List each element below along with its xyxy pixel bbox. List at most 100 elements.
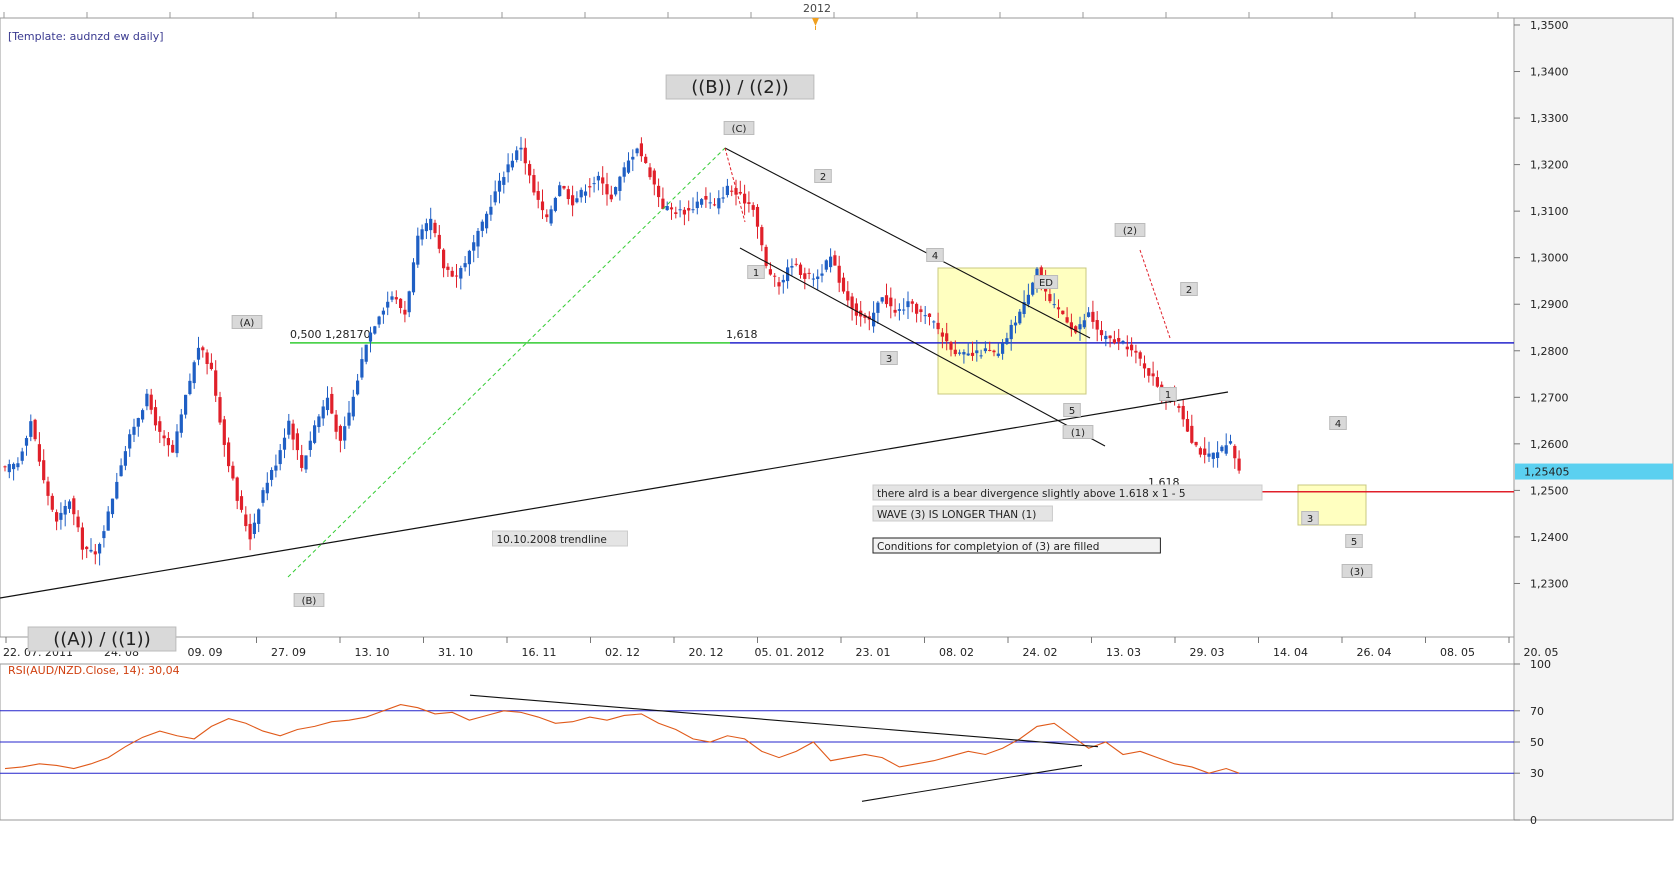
x-tick-label: 29. 03	[1190, 646, 1225, 659]
annotation-2: there alrd is a bear divergence slightly…	[877, 488, 1186, 500]
candle-body	[1001, 343, 1005, 354]
candle-body	[1185, 418, 1190, 432]
candle-body	[536, 191, 540, 200]
candle-body	[674, 212, 678, 214]
candle-body	[399, 298, 403, 308]
wave-label-1: (A)	[240, 318, 255, 329]
candle-body	[407, 291, 411, 313]
candle-body	[162, 435, 166, 439]
candle-body	[196, 347, 201, 360]
candle-body	[510, 160, 514, 168]
candle-body	[639, 143, 643, 157]
candle-body	[321, 406, 325, 419]
candle-body	[1099, 330, 1104, 336]
candle-body	[33, 419, 37, 440]
candle-body	[773, 275, 777, 277]
candle-body	[467, 250, 471, 265]
candle-body	[1117, 337, 1121, 342]
candle-body	[192, 362, 196, 384]
candle-body	[119, 465, 123, 477]
candle-body	[609, 194, 613, 200]
x-tick-label: 24. 02	[1023, 646, 1058, 659]
x-tick-label: 08. 05	[1440, 646, 1475, 659]
candle-body	[962, 352, 966, 355]
candle-body	[841, 277, 846, 292]
candle-body	[123, 451, 127, 466]
candle-body	[553, 197, 557, 211]
rsi-y-label: 50	[1530, 736, 1544, 749]
candle-body	[1211, 452, 1215, 459]
rsi-y-label: 0	[1530, 814, 1537, 827]
candle-body	[442, 249, 446, 269]
y-tick-label: 1,3100	[1530, 205, 1569, 218]
candle-body	[1216, 452, 1220, 458]
candle-body	[89, 549, 93, 552]
candle-body	[85, 546, 89, 550]
candle-body	[794, 263, 798, 265]
candle-body	[1056, 307, 1061, 310]
candle-body	[98, 543, 102, 554]
candle-body	[635, 148, 639, 154]
candle-body	[725, 185, 729, 196]
template-label: [Template: audnzd ew daily]	[8, 30, 164, 43]
candle-body	[476, 230, 480, 247]
candle-body	[115, 481, 119, 499]
candle-body	[721, 197, 725, 199]
candle-body	[803, 273, 807, 279]
candle-body	[1082, 320, 1086, 328]
candle-body	[988, 349, 992, 351]
candle-body	[601, 177, 605, 184]
candle-body	[420, 229, 424, 240]
x-tick-label: 16. 11	[522, 646, 557, 659]
wave-label-7: 4	[932, 251, 938, 262]
candle-body	[902, 309, 906, 311]
wave-label-9: ED	[1039, 278, 1053, 289]
candle-body	[704, 196, 708, 200]
candle-body	[897, 309, 901, 311]
candle-body	[910, 301, 914, 304]
candle-body	[141, 410, 145, 420]
x-tick-label: 27. 09	[271, 646, 306, 659]
candle-body	[566, 189, 570, 200]
candle-body	[906, 301, 910, 308]
candle-body	[454, 275, 459, 277]
candle-body	[712, 204, 717, 206]
candle-body	[811, 278, 815, 280]
last-price-label: 1,25405	[1524, 466, 1570, 479]
candle-body	[257, 509, 261, 524]
candle-body	[1130, 344, 1134, 351]
candle-body	[919, 309, 923, 313]
annotation-1: 10.10.2008 trendline	[497, 534, 607, 546]
candle-body	[136, 418, 140, 427]
wave-label-big-b: ((B)) / ((2))	[691, 77, 789, 98]
candle-body	[364, 344, 368, 362]
candle-body	[270, 469, 274, 480]
y-tick-label: 1,2700	[1530, 391, 1569, 404]
y-tick-label: 1,3300	[1530, 112, 1569, 125]
forex-chart[interactable]: 1,3500 1,3400 1,3300 1,3200 1,3100 1,3000 1,29…	[0, 0, 1674, 880]
candle-body	[665, 205, 669, 211]
wave-label-big-a: ((A)) / ((1))	[53, 629, 150, 650]
candle-body	[93, 551, 97, 555]
candle-body	[437, 234, 441, 249]
candle-body	[184, 394, 188, 415]
candle-body	[46, 481, 50, 496]
candle-body	[579, 189, 583, 198]
rsi-y-label: 100	[1530, 658, 1551, 671]
candle-body	[16, 463, 20, 468]
candle-body	[1203, 448, 1207, 455]
x-tick-label: 13. 03	[1106, 646, 1141, 659]
candle-body	[29, 421, 33, 437]
candle-body	[1207, 453, 1211, 457]
candle-body	[201, 347, 205, 351]
candle-body	[304, 455, 308, 470]
candle-body	[669, 207, 674, 210]
annotation-3: WAVE (3) IS LONGER THAN (1)	[877, 509, 1036, 521]
candle-body	[846, 291, 850, 301]
candle-body	[489, 206, 493, 215]
candle-body	[179, 414, 183, 433]
candle-body	[446, 266, 450, 270]
candle-body	[480, 221, 484, 231]
wave-label-3: (C)	[732, 124, 747, 135]
candle-body	[1078, 324, 1082, 330]
